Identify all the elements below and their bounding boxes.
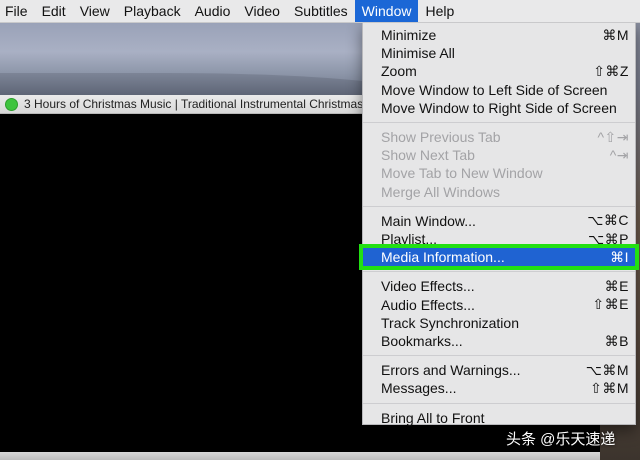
menu-item-move-window-to-right-side-of-screen[interactable]: Move Window to Right Side of Screen [363, 99, 635, 117]
menu-file[interactable]: File [0, 0, 35, 22]
menu-item-audio-effects[interactable]: Audio Effects... ⇧⌘E [363, 296, 635, 314]
menu-window[interactable]: Window [354, 0, 419, 22]
menu-item-label: Playlist... [381, 231, 438, 247]
menu-item-label: Video Effects... [381, 278, 475, 295]
menu-item-merge-all-windows: Merge All Windows [363, 183, 635, 201]
menu-item-media-information[interactable]: Media Information... ⌘I [359, 244, 639, 271]
menu-item-move-window-to-left-side-of-screen[interactable]: Move Window to Left Side of Screen [363, 81, 635, 99]
window-title: 3 Hours of Christmas Music | Traditional… [24, 97, 365, 111]
menu-item-label: Move Window to Right Side of Screen [381, 99, 617, 116]
menu-bar: File Edit View Playback Audio Video Subtitles W… [0, 0, 640, 23]
menu-item-label: Show Previous Tab [381, 129, 501, 145]
menu-item-label: Media Information... [381, 249, 505, 266]
menu-item-label: Merge All Windows [381, 183, 501, 200]
menu-separator [363, 355, 635, 357]
menu-item-label: Main Window... [381, 212, 476, 229]
menu-subtitles[interactable]: Subtitles [287, 0, 355, 22]
menu-item-label: Audio Effects... [381, 296, 475, 313]
menu-separator [363, 205, 635, 207]
menu-separator [363, 122, 635, 123]
menu-item-show-previous-tab: Show Previous Tab ^⇧⇥ [363, 128, 635, 146]
menu-item-shortcut: ⌘B [604, 332, 629, 349]
window-bottom-bar [0, 452, 600, 460]
menu-separator [363, 402, 635, 404]
menu-item-label: Zoom [381, 63, 417, 80]
menu-audio[interactable]: Audio [188, 0, 238, 22]
menu-item-playlist[interactable]: Playlist... ⌥⌘P [363, 230, 635, 248]
menu-edit[interactable]: Edit [35, 0, 73, 22]
menu-item-shortcut: ⇧⌘E [592, 296, 629, 313]
menu-item-shortcut: ⌘I [610, 248, 629, 265]
watermark: 头条 @乐天速递 [506, 431, 616, 448]
menu-item-shortcut: ⌥⌘C [587, 212, 629, 229]
menu-item-label: Messages... [381, 380, 457, 397]
menu-item-label: Errors and Warnings... [381, 362, 521, 379]
menu-item-messages[interactable]: Messages... ⇧⌘M [363, 379, 635, 397]
menu-item-minimise-all[interactable]: Minimise All [363, 44, 635, 62]
menu-item-bookmarks[interactable]: Bookmarks... ⌘B [363, 332, 635, 350]
menu-separator [363, 271, 635, 273]
menu-item-label: Minimise All [381, 45, 455, 62]
window-title-bar[interactable]: 3 Hours of Christmas Music | Traditional… [0, 95, 365, 114]
wallpaper-hill [0, 73, 420, 95]
menu-item-bring-all-to-front[interactable]: Bring All to Front [363, 409, 635, 427]
menu-item-video-effects[interactable]: Video Effects... ⌘E [363, 277, 635, 295]
menu-item-minimize[interactable]: Minimize ⌘M [363, 26, 635, 44]
menu-item-zoom[interactable]: Zoom ⇧⌘Z [363, 62, 635, 80]
menu-item-shortcut: ⇧⌘Z [593, 62, 629, 79]
menu-item-main-window[interactable]: Main Window... ⌥⌘C [363, 212, 635, 230]
menu-view[interactable]: View [73, 0, 117, 22]
menu-item-label: Track Synchronization [381, 314, 519, 331]
menu-item-shortcut: ⌘E [604, 277, 629, 294]
menu-item-label: Show Next Tab [381, 147, 475, 164]
menu-item-track-synchronization[interactable]: Track Synchronization [363, 314, 635, 332]
menu-item-show-next-tab: Show Next Tab ^⇥ [363, 146, 635, 164]
menu-item-move-tab-to-new-window: Move Tab to New Window [363, 164, 635, 182]
menu-item-shortcut: ^⇧⇥ [597, 128, 629, 145]
menu-playback[interactable]: Playback [117, 0, 188, 22]
menu-item-label: Bookmarks... [381, 333, 463, 349]
menu-item-shortcut: ⌘M [602, 26, 629, 43]
menu-item-shortcut: ⌥⌘M [585, 361, 629, 378]
menu-item-label: Move Window to Left Side of Screen [381, 81, 608, 98]
menu-item-shortcut: ⌥⌘P [588, 230, 629, 247]
menu-item-shortcut: ⇧⌘M [590, 379, 629, 396]
menu-item-label: Move Tab to New Window [381, 165, 543, 182]
menu-item-label: Bring All to Front [381, 409, 485, 426]
window-menu-dropdown: Minimize ⌘M Minimise All Zoom ⇧⌘Z Move Window… [359, 22, 639, 427]
menu-help[interactable]: Help [418, 0, 461, 22]
menu-item-errors-and-warnings[interactable]: Errors and Warnings... ⌥⌘M [363, 361, 635, 379]
window-zoom-button-icon[interactable] [5, 97, 18, 111]
menu-item-label: Minimize [381, 27, 437, 43]
menu-video[interactable]: Video [237, 0, 287, 22]
menu-item-shortcut: ^⇥ [609, 146, 629, 163]
